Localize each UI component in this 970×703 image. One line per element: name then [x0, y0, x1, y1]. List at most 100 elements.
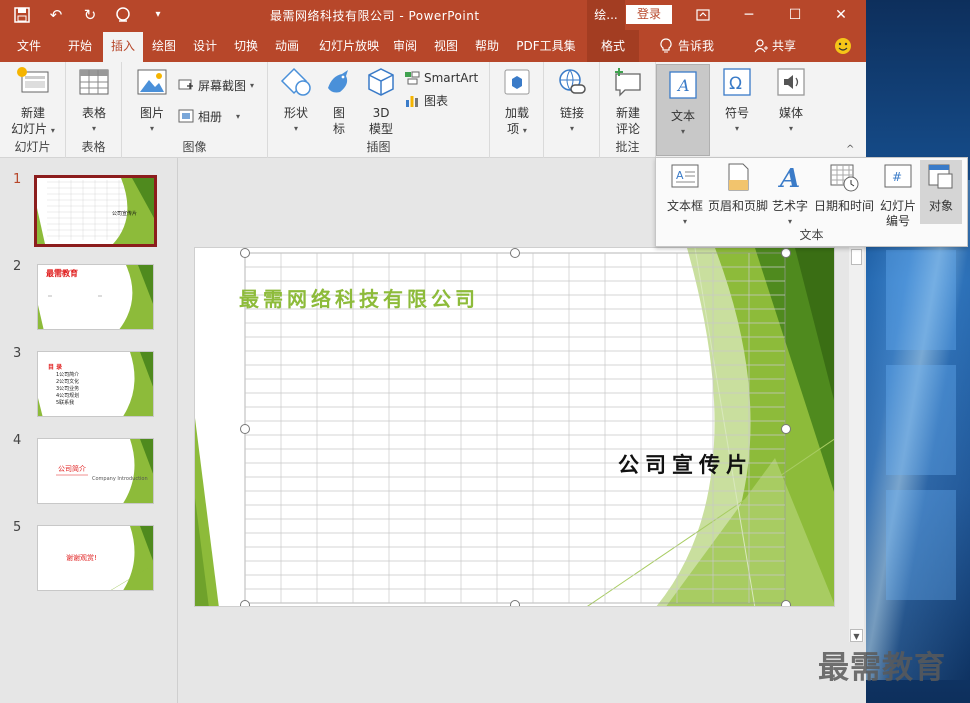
tell-me-box[interactable]: 告诉我	[652, 30, 722, 62]
header-footer-icon	[728, 163, 749, 191]
collapse-ribbon-icon[interactable]: ^	[846, 144, 854, 155]
date-time-button[interactable]: 日期和时间	[812, 162, 876, 214]
wordart-label: 艺术字	[771, 199, 808, 213]
text-button[interactable]: A 文本 ▾	[656, 64, 710, 156]
slide-thumbnails-pane: 1 公司宣传片 2 最需教育 3 目 录 1公司简介 2公司文化 3公司业务 4…	[0, 158, 178, 703]
table-label: 表格	[81, 106, 106, 120]
addins-button[interactable]: 加载 项 ▾	[496, 66, 538, 139]
slide-thumbnail-4[interactable]: 公司简介 Company Introduction	[37, 438, 154, 504]
slide-thumbnail-2[interactable]: 最需教育	[37, 264, 154, 330]
new-slide-button[interactable]: 新建 幻灯片 ▾	[6, 66, 60, 139]
3d-models-button[interactable]: 3D 模型	[361, 66, 401, 137]
slide-thumbnail-5[interactable]: 谢谢观赏!	[37, 525, 154, 591]
photo-album-button[interactable]: 相册 ▾	[178, 106, 240, 126]
scroll-down-icon[interactable]: ▼	[850, 629, 863, 642]
tab-view[interactable]: 视图	[428, 30, 464, 62]
chart-button[interactable]: 图表	[404, 90, 448, 110]
3d-models-label-2: 模型	[368, 122, 393, 136]
resize-handle[interactable]	[240, 248, 250, 258]
pictures-label: 图片	[139, 106, 164, 120]
desktop-window-pane	[886, 365, 956, 475]
object-button[interactable]: 对象	[920, 160, 962, 224]
text-dropdown-arrow: ▾	[680, 127, 685, 136]
undo-icon[interactable]: ↶	[46, 5, 66, 25]
maximize-icon[interactable]: ☐	[772, 0, 818, 30]
smartart-button[interactable]: SmartArt	[404, 68, 478, 88]
tab-slideshow[interactable]: 幻灯片放映	[311, 30, 387, 62]
wordart-button[interactable]: A 艺术字 ▾	[770, 162, 810, 229]
customize-qat-icon[interactable]: ▾	[148, 5, 168, 25]
link-globe-icon	[559, 69, 586, 94]
group-label-comments: 批注	[615, 140, 640, 154]
thumbnail-number: 3	[13, 346, 22, 361]
screenshot-button[interactable]: 屏幕截图 ▾	[178, 75, 254, 95]
tab-animations[interactable]: 动画	[268, 30, 306, 62]
tab-transitions[interactable]: 切换	[227, 30, 265, 62]
dropdown-group-label: 文本	[799, 228, 824, 242]
resize-handle[interactable]	[240, 424, 250, 434]
tab-format[interactable]: 格式	[587, 30, 639, 62]
vertical-scrollbar[interactable]: ▼	[849, 247, 864, 642]
start-from-beginning-icon[interactable]	[114, 5, 134, 25]
share-label: 共享	[771, 39, 796, 53]
slide-thumbnail-3[interactable]: 目 录 1公司简介 2公司文化 3公司业务 4公司规划 5联系我	[37, 351, 154, 417]
links-button[interactable]: 链接 ▾	[552, 66, 592, 137]
smiley-feedback-icon[interactable]	[830, 30, 856, 62]
resize-handle[interactable]	[781, 424, 791, 434]
icons-button[interactable]: 图 标	[320, 66, 358, 137]
new-comment-button[interactable]: 新建 评论	[606, 66, 650, 137]
group-links: 链接 ▾	[544, 62, 600, 158]
tab-review[interactable]: 审阅	[388, 30, 422, 62]
ribbon-display-options-icon[interactable]	[680, 0, 726, 30]
tab-pdf-tools[interactable]: PDF工具集	[510, 30, 582, 62]
slide-subtitle[interactable]: 公司宣传片	[618, 449, 753, 479]
resize-handle[interactable]	[240, 600, 250, 606]
table-button[interactable]: 表格 ▾	[74, 66, 114, 137]
tab-help[interactable]: 帮助	[469, 30, 505, 62]
current-slide[interactable]: 最需网络科技有限公司 公司宣传片	[194, 247, 835, 607]
svg-text:A: A	[676, 169, 684, 182]
header-footer-button[interactable]: 页眉和页脚	[708, 162, 768, 214]
tab-design[interactable]: 设计	[186, 30, 224, 62]
thumbnail-3-item: 2公司文化	[56, 379, 80, 385]
tab-file[interactable]: 文件	[8, 30, 50, 62]
resize-handle[interactable]	[781, 248, 791, 258]
screenshot-icon	[178, 79, 193, 90]
minimize-icon[interactable]: ─	[726, 0, 772, 30]
close-icon[interactable]: ✕	[818, 0, 864, 30]
slide-number-button[interactable]: # 幻灯片 编号	[878, 162, 918, 229]
share-button[interactable]: 共享	[750, 30, 800, 62]
slide-thumbnail-1[interactable]: 公司宣传片	[34, 175, 157, 247]
tab-draw[interactable]: 绘图	[145, 30, 183, 62]
slide-title[interactable]: 最需网络科技有限公司	[239, 283, 479, 312]
group-label-illustrations: 插图	[366, 140, 391, 154]
thumbnail-number: 5	[13, 520, 22, 535]
save-icon[interactable]	[12, 5, 32, 25]
media-label: 媒体	[778, 106, 803, 120]
quick-access-toolbar: ↶ ↻ ▾	[12, 5, 168, 25]
thumbnail-3-item: 5联系我	[56, 400, 75, 406]
shapes-dropdown-arrow: ▾	[293, 124, 298, 133]
object-label: 对象	[928, 199, 953, 213]
redo-icon[interactable]: ↻	[80, 5, 100, 25]
login-button[interactable]: 登录	[626, 5, 672, 24]
resize-handle[interactable]	[510, 248, 520, 258]
textbox-button[interactable]: A 文本框 ▾	[664, 162, 706, 229]
scrollbar-thumb[interactable]	[851, 249, 862, 265]
group-slides: 新建 幻灯片 ▾ 幻灯片	[0, 62, 66, 158]
date-time-label: 日期和时间	[813, 199, 874, 213]
media-button[interactable]: 媒体 ▾	[770, 66, 812, 137]
pictures-button[interactable]: 图片 ▾	[132, 66, 172, 137]
tab-home[interactable]: 开始	[58, 30, 102, 62]
links-dropdown-arrow: ▾	[569, 124, 574, 133]
resize-handle[interactable]	[510, 600, 520, 606]
3d-models-label-1: 3D	[372, 106, 390, 120]
context-tab-label: 绘...	[587, 0, 625, 30]
tab-insert[interactable]: 插入	[103, 30, 143, 62]
shapes-button[interactable]: 形状 ▾	[276, 66, 316, 137]
thumbnail-number: 1	[13, 172, 22, 187]
slide-number-icon: #	[884, 164, 912, 188]
symbols-button[interactable]: Ω 符号 ▾	[716, 66, 758, 137]
thumbnail-3-item: 4公司规划	[56, 393, 80, 399]
resize-handle[interactable]	[781, 600, 791, 606]
